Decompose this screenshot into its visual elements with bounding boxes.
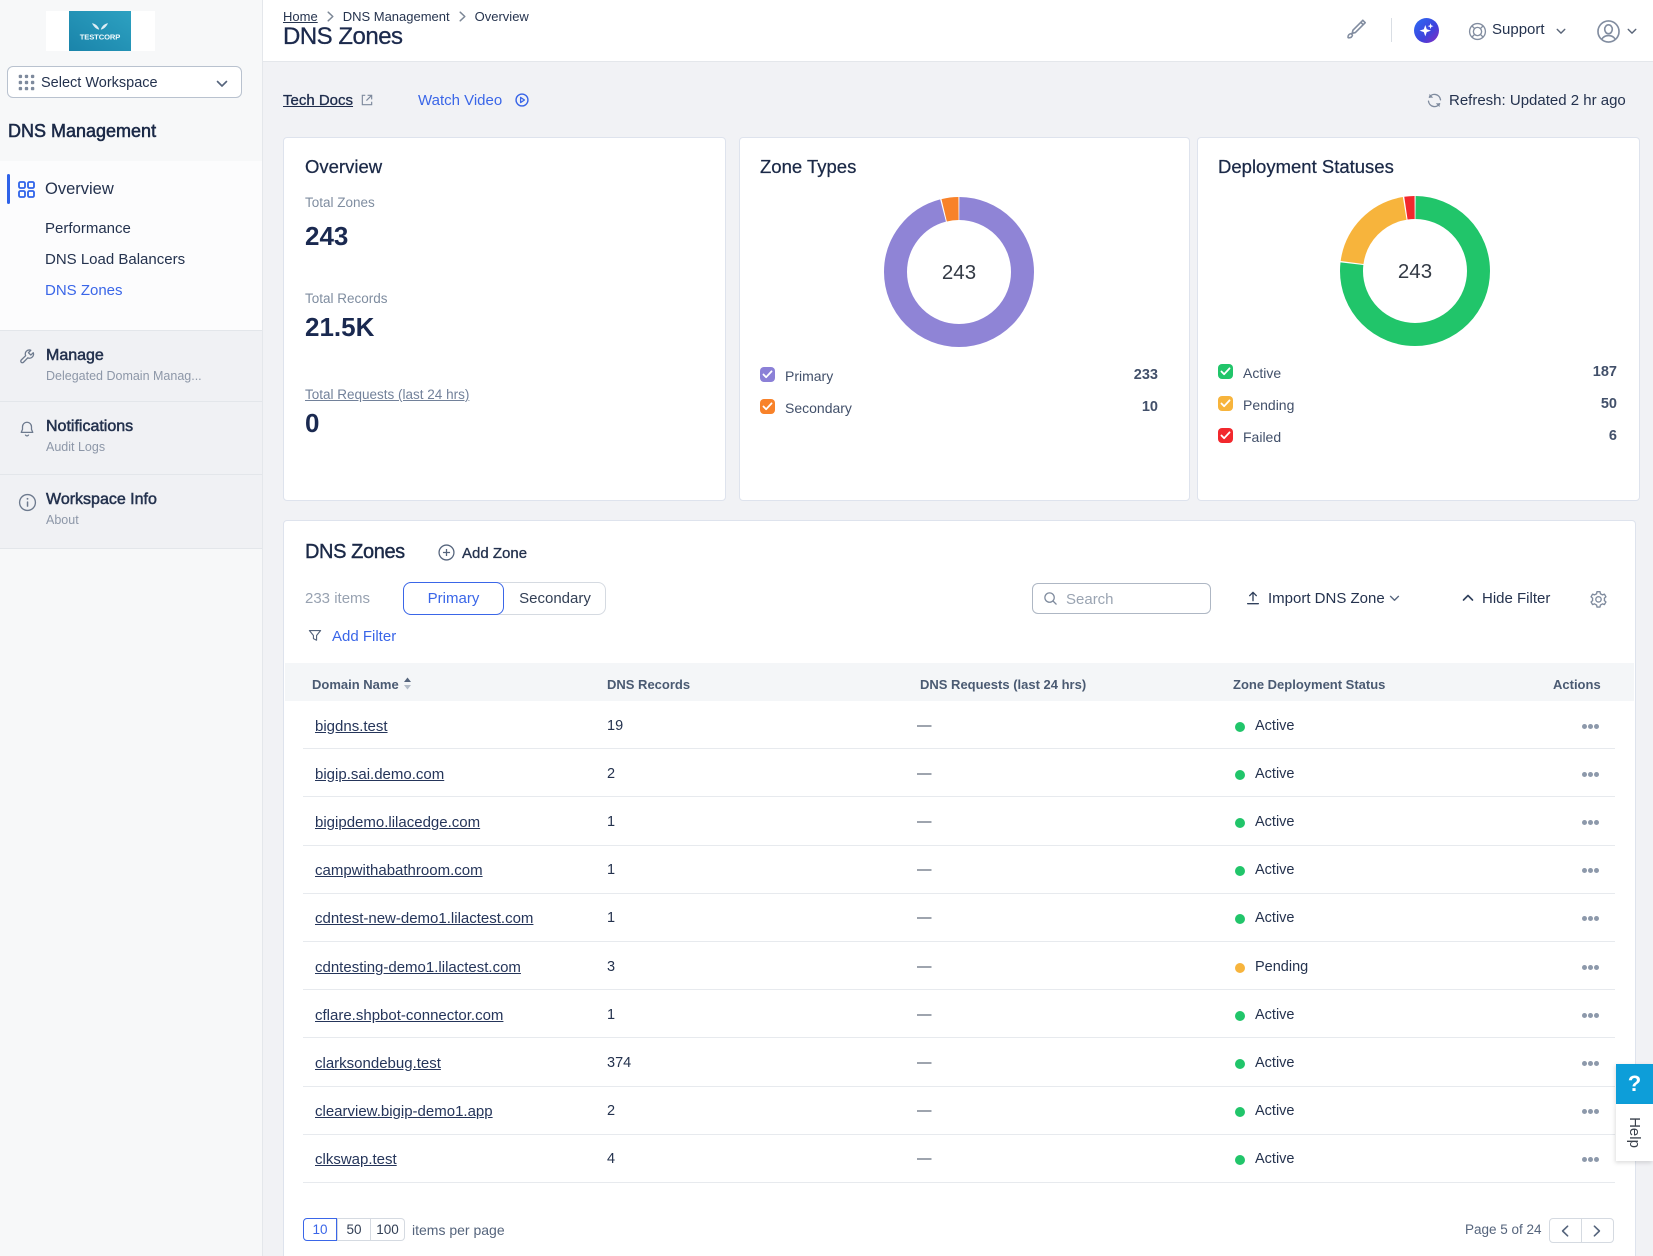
svg-text:243: 243 [942, 261, 976, 284]
svg-text:243: 243 [1398, 260, 1432, 283]
svg-text:TESTCORP: TESTCORP [80, 32, 121, 41]
